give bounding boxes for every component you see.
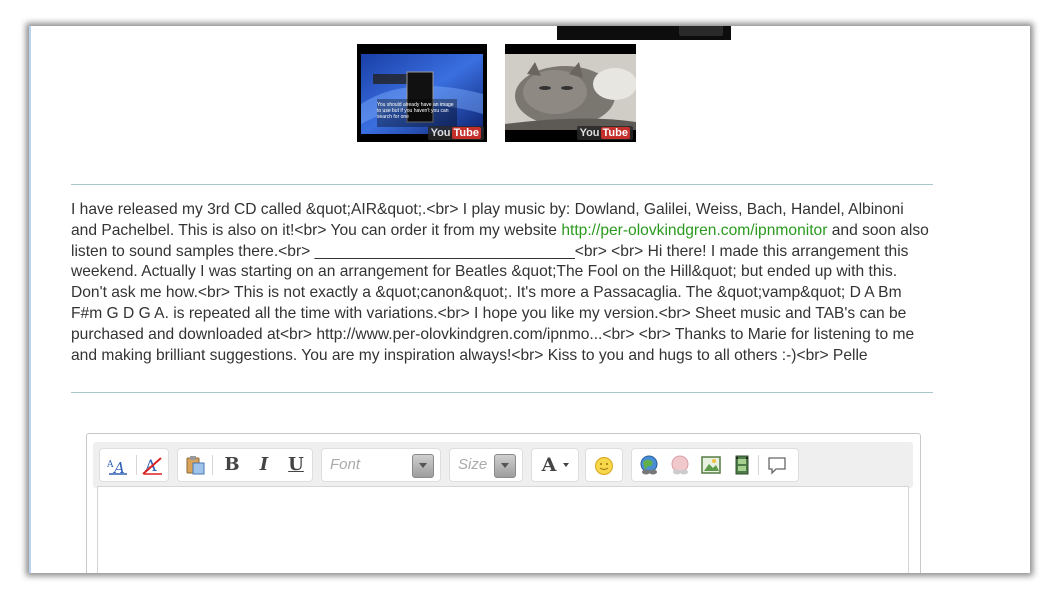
chevron-down-icon[interactable] <box>412 454 434 478</box>
font-select[interactable]: Font <box>321 448 441 482</box>
size-select-label: Size <box>458 456 488 473</box>
font-color-group: A <box>531 448 579 482</box>
smiley-icon[interactable] <box>593 454 615 476</box>
divider-bottom <box>71 392 933 393</box>
youtube-logo-icon <box>679 26 723 36</box>
video-thumbnail-top[interactable] <box>557 26 731 40</box>
insert-group <box>631 448 799 482</box>
emoticon-group <box>585 448 623 482</box>
image-icon[interactable] <box>700 454 722 476</box>
caret-down-icon[interactable] <box>563 463 569 467</box>
font-color-button[interactable]: A <box>538 453 560 477</box>
size-select[interactable]: Size <box>449 448 523 482</box>
toolbar-separator <box>212 455 213 475</box>
video-description: I have released my 3rd CD called &quot;A… <box>71 200 933 366</box>
comment-icon[interactable] <box>766 454 788 476</box>
editor-text-area[interactable] <box>97 486 909 573</box>
youtube-logo-icon: You Tube <box>576 126 633 140</box>
font-style-icon[interactable]: A A <box>106 454 128 476</box>
link-icon[interactable] <box>638 454 660 476</box>
toolbar-separator <box>136 455 137 475</box>
text-style-group: B I U <box>177 448 313 482</box>
video-icon[interactable] <box>731 454 753 476</box>
browser-window: You should already have an image to use … <box>29 26 1030 573</box>
website-link[interactable]: http://per-olovkindgren.com/ipnmonitor <box>561 222 827 239</box>
video-thumbnail-1[interactable]: You should already have an image to use … <box>357 44 487 142</box>
divider-top <box>71 184 933 185</box>
toolbar-separator <box>758 455 759 475</box>
format-group: A A A <box>99 448 169 482</box>
chevron-down-icon[interactable] <box>494 454 516 478</box>
description-text-2: and soon also listen to sound samples th… <box>71 221 929 364</box>
svg-text:A: A <box>106 460 114 470</box>
video-thumbnail-2[interactable]: You Tube <box>505 44 636 142</box>
editor-toolbar: A A A B I U Font Size A <box>93 442 913 488</box>
bold-button[interactable]: B <box>220 453 244 477</box>
font-select-label: Font <box>330 456 361 473</box>
paste-icon[interactable] <box>184 454 206 476</box>
underline-button[interactable]: U <box>284 453 308 477</box>
unlink-icon[interactable] <box>669 454 691 476</box>
video-caption: You should already have an image to use … <box>377 102 454 120</box>
comment-editor: A A A B I U Font Size A <box>86 433 921 573</box>
youtube-logo-icon: You Tube <box>427 126 484 140</box>
italic-button[interactable]: I <box>252 453 276 477</box>
remove-format-icon[interactable]: A <box>141 454 163 476</box>
